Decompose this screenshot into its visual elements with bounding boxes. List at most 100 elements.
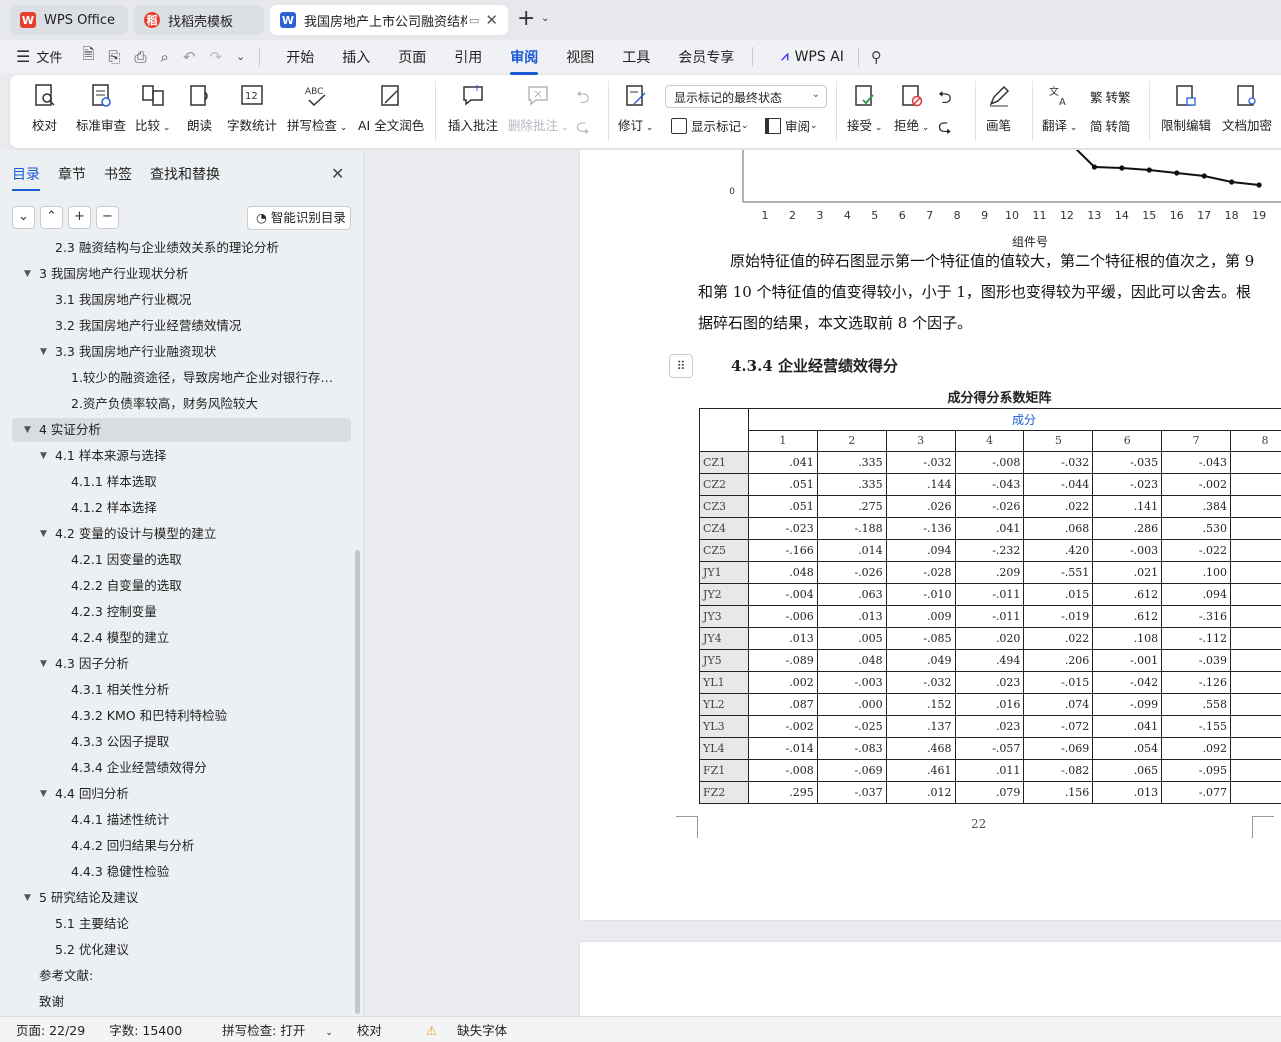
spell-check-status[interactable]: 拼写检查: 打开 ⌄	[206, 1020, 333, 1039]
to-traditional-button[interactable]: 繁 转繁	[1090, 87, 1131, 106]
proof-status[interactable]: 校对	[357, 1020, 382, 1039]
toc-item[interactable]: 4.2.2 自变量的选取	[71, 574, 182, 598]
menu-review[interactable]: 审阅	[510, 47, 539, 75]
tab-find-replace[interactable]: 查找和替换	[150, 164, 220, 184]
toc-item[interactable]: 4.2.4 模型的建立	[71, 626, 169, 650]
toc-item[interactable]: 2.资产负债率较高，财务风险较大	[71, 392, 258, 416]
expand-caret-icon[interactable]: ▼	[24, 886, 31, 910]
toc-item[interactable]: 5 研究结论及建议	[39, 886, 138, 910]
redo-icon[interactable]: ↷	[209, 48, 222, 66]
export-icon[interactable]: ⎘	[108, 48, 120, 66]
tab-template[interactable]: 稻 找稻壳模板	[134, 5, 264, 35]
scrollbar[interactable]	[355, 550, 360, 1014]
toc-item[interactable]: 4.1.2 样本选择	[71, 496, 157, 520]
word-count-button[interactable]: 12 字数统计	[227, 83, 277, 134]
toc-item[interactable]: 4.3 因子分析	[55, 652, 129, 676]
toc-item[interactable]: 4.2 变量的设计与模型的建立	[55, 522, 216, 546]
toc-item[interactable]: 4 实证分析	[39, 418, 101, 442]
insert-comment-button[interactable]: 插入批注	[448, 83, 498, 134]
compare-button[interactable]: 比较 ⌄	[135, 83, 170, 134]
toc-item[interactable]: 5.2 优化建议	[55, 938, 129, 962]
menu-view[interactable]: 视图	[566, 47, 594, 67]
previous-change-button[interactable]: ⮌ ⮎	[938, 85, 952, 143]
menu-start[interactable]: 开始	[286, 47, 314, 67]
spell-check-button[interactable]: ABC 拼写检查 ⌄	[287, 83, 347, 134]
menu-insert[interactable]: 插入	[342, 47, 370, 67]
smart-toc-button[interactable]: ◔ 智能识别目录	[247, 206, 351, 230]
close-icon[interactable]: ✕	[479, 11, 498, 29]
markup-mode-select[interactable]: 显示标记的最终状态 ⌄	[665, 85, 827, 108]
to-simplified-button[interactable]: 简 转简	[1090, 116, 1131, 135]
menu-file[interactable]: 文件	[36, 47, 62, 66]
toc-item[interactable]: 致谢	[39, 990, 64, 1014]
search-icon[interactable]: ⚲	[871, 48, 882, 66]
expand-caret-icon[interactable]: ▼	[40, 340, 47, 364]
accept-button[interactable]: 接受 ⌄	[847, 83, 882, 134]
toc-item[interactable]: 4.1 样本来源与选择	[55, 444, 166, 468]
tab-bookmark[interactable]: 书签	[104, 164, 132, 184]
expand-caret-icon[interactable]: ▼	[40, 444, 47, 468]
toc-item[interactable]: 5.1 主要结论	[55, 912, 129, 936]
toc-item[interactable]: 3.1 我国房地产行业概况	[55, 288, 191, 312]
chevron-down-icon[interactable]: ⌄	[236, 50, 245, 63]
close-icon[interactable]: ✕	[331, 164, 344, 183]
doc-encrypt-button[interactable]: 文档加密	[1222, 83, 1272, 134]
review-pane-button[interactable]: 审阅 ⌄	[765, 116, 818, 135]
expand-caret-icon[interactable]: ▼	[24, 262, 31, 286]
chevron-down-icon[interactable]: ⌄	[541, 13, 549, 24]
toc-item[interactable]: 参考文献:	[39, 964, 93, 988]
save-icon[interactable]: 🗎	[82, 44, 94, 69]
menu-page[interactable]: 页面	[398, 47, 426, 67]
toc-item[interactable]: 4.3.2 KMO 和巴特利特检验	[71, 704, 227, 728]
missing-font-status[interactable]: ⚠ 缺失字体	[410, 1020, 507, 1039]
toc-item[interactable]: 4.4 回归分析	[55, 782, 129, 806]
show-markup-button[interactable]: 显示标记 ⌄	[671, 116, 749, 135]
page-indicator[interactable]: 页面: 22/29	[16, 1020, 85, 1039]
proofread-button[interactable]: 校对	[32, 83, 57, 134]
remove-heading-button[interactable]: −	[96, 206, 119, 229]
expand-caret-icon[interactable]: ▼	[40, 652, 47, 676]
menu-icon[interactable]: ☰	[16, 47, 30, 66]
print-preview-icon[interactable]: ⌕	[160, 48, 168, 66]
print-icon[interactable]: ⎙	[134, 48, 146, 66]
drag-handle-icon[interactable]: ⠿	[669, 354, 693, 378]
toc-item[interactable]: 4.1.1 样本选取	[71, 470, 157, 494]
word-count-status[interactable]: 字数: 15400	[109, 1020, 182, 1039]
toc-item[interactable]: 4.4.3 稳健性检验	[71, 860, 169, 884]
menu-member[interactable]: 会员专享	[678, 47, 734, 67]
add-heading-button[interactable]: +	[68, 206, 91, 229]
menu-reference[interactable]: 引用	[454, 47, 482, 67]
menu-tools[interactable]: 工具	[622, 47, 650, 67]
reject-button[interactable]: 拒绝 ⌄	[894, 83, 929, 134]
translate-button[interactable]: 文A 翻译 ⌄	[1042, 83, 1077, 134]
collapse-down-button[interactable]: ⌄	[12, 206, 35, 229]
standard-review-button[interactable]: 标准审查	[76, 83, 126, 134]
restrict-edit-button[interactable]: 限制编辑	[1161, 83, 1211, 134]
toc-item[interactable]: 1.较少的融资途径，导致房地产企业对银行存在...	[71, 366, 340, 390]
expand-caret-icon[interactable]: ▼	[40, 782, 47, 806]
previous-comment-button[interactable]: ⮌ ⮎	[576, 85, 590, 143]
toc-item[interactable]: 4.3.3 公因子提取	[71, 730, 169, 754]
toc-item[interactable]: 3.3 我国房地产行业融资现状	[55, 340, 216, 364]
tab-chapter[interactable]: 章节	[58, 164, 86, 184]
undo-icon[interactable]: ↶	[183, 48, 196, 66]
toc-item[interactable]: 4.3.4 企业经营绩效得分	[71, 756, 207, 780]
tab-document[interactable]: W 我国房地产上市公司融资结构与 ▭ ✕	[270, 5, 508, 35]
tab-wps-office[interactable]: W WPS Office	[10, 5, 128, 35]
track-changes-button[interactable]: 修订 ⌄	[618, 83, 653, 134]
toc-item[interactable]: 4.4.2 回归结果与分析	[71, 834, 194, 858]
wps-ai-button[interactable]: ⩘ WPS AI	[781, 49, 844, 65]
read-aloud-button[interactable]: 朗读	[187, 83, 212, 134]
ai-polish-button[interactable]: AI 全文润色	[358, 83, 424, 134]
toc-item[interactable]: 3 我国房地产行业现状分析	[39, 262, 188, 286]
pen-button[interactable]: 画笔	[986, 83, 1011, 134]
toc-item[interactable]: 4.3.1 相关性分析	[71, 678, 169, 702]
collapse-up-button[interactable]: ⌃	[40, 206, 63, 229]
tab-toc[interactable]: 目录	[12, 164, 40, 191]
toc-item[interactable]: 2.3 融资结构与企业绩效关系的理论分析	[55, 238, 279, 260]
new-tab-icon[interactable]: +	[517, 8, 535, 30]
toc-item[interactable]: 4.2.3 控制变量	[71, 600, 157, 624]
expand-caret-icon[interactable]: ▼	[40, 522, 47, 546]
toc-item[interactable]: 3.2 我国房地产行业经营绩效情况	[55, 314, 241, 338]
expand-caret-icon[interactable]: ▼	[24, 418, 31, 442]
